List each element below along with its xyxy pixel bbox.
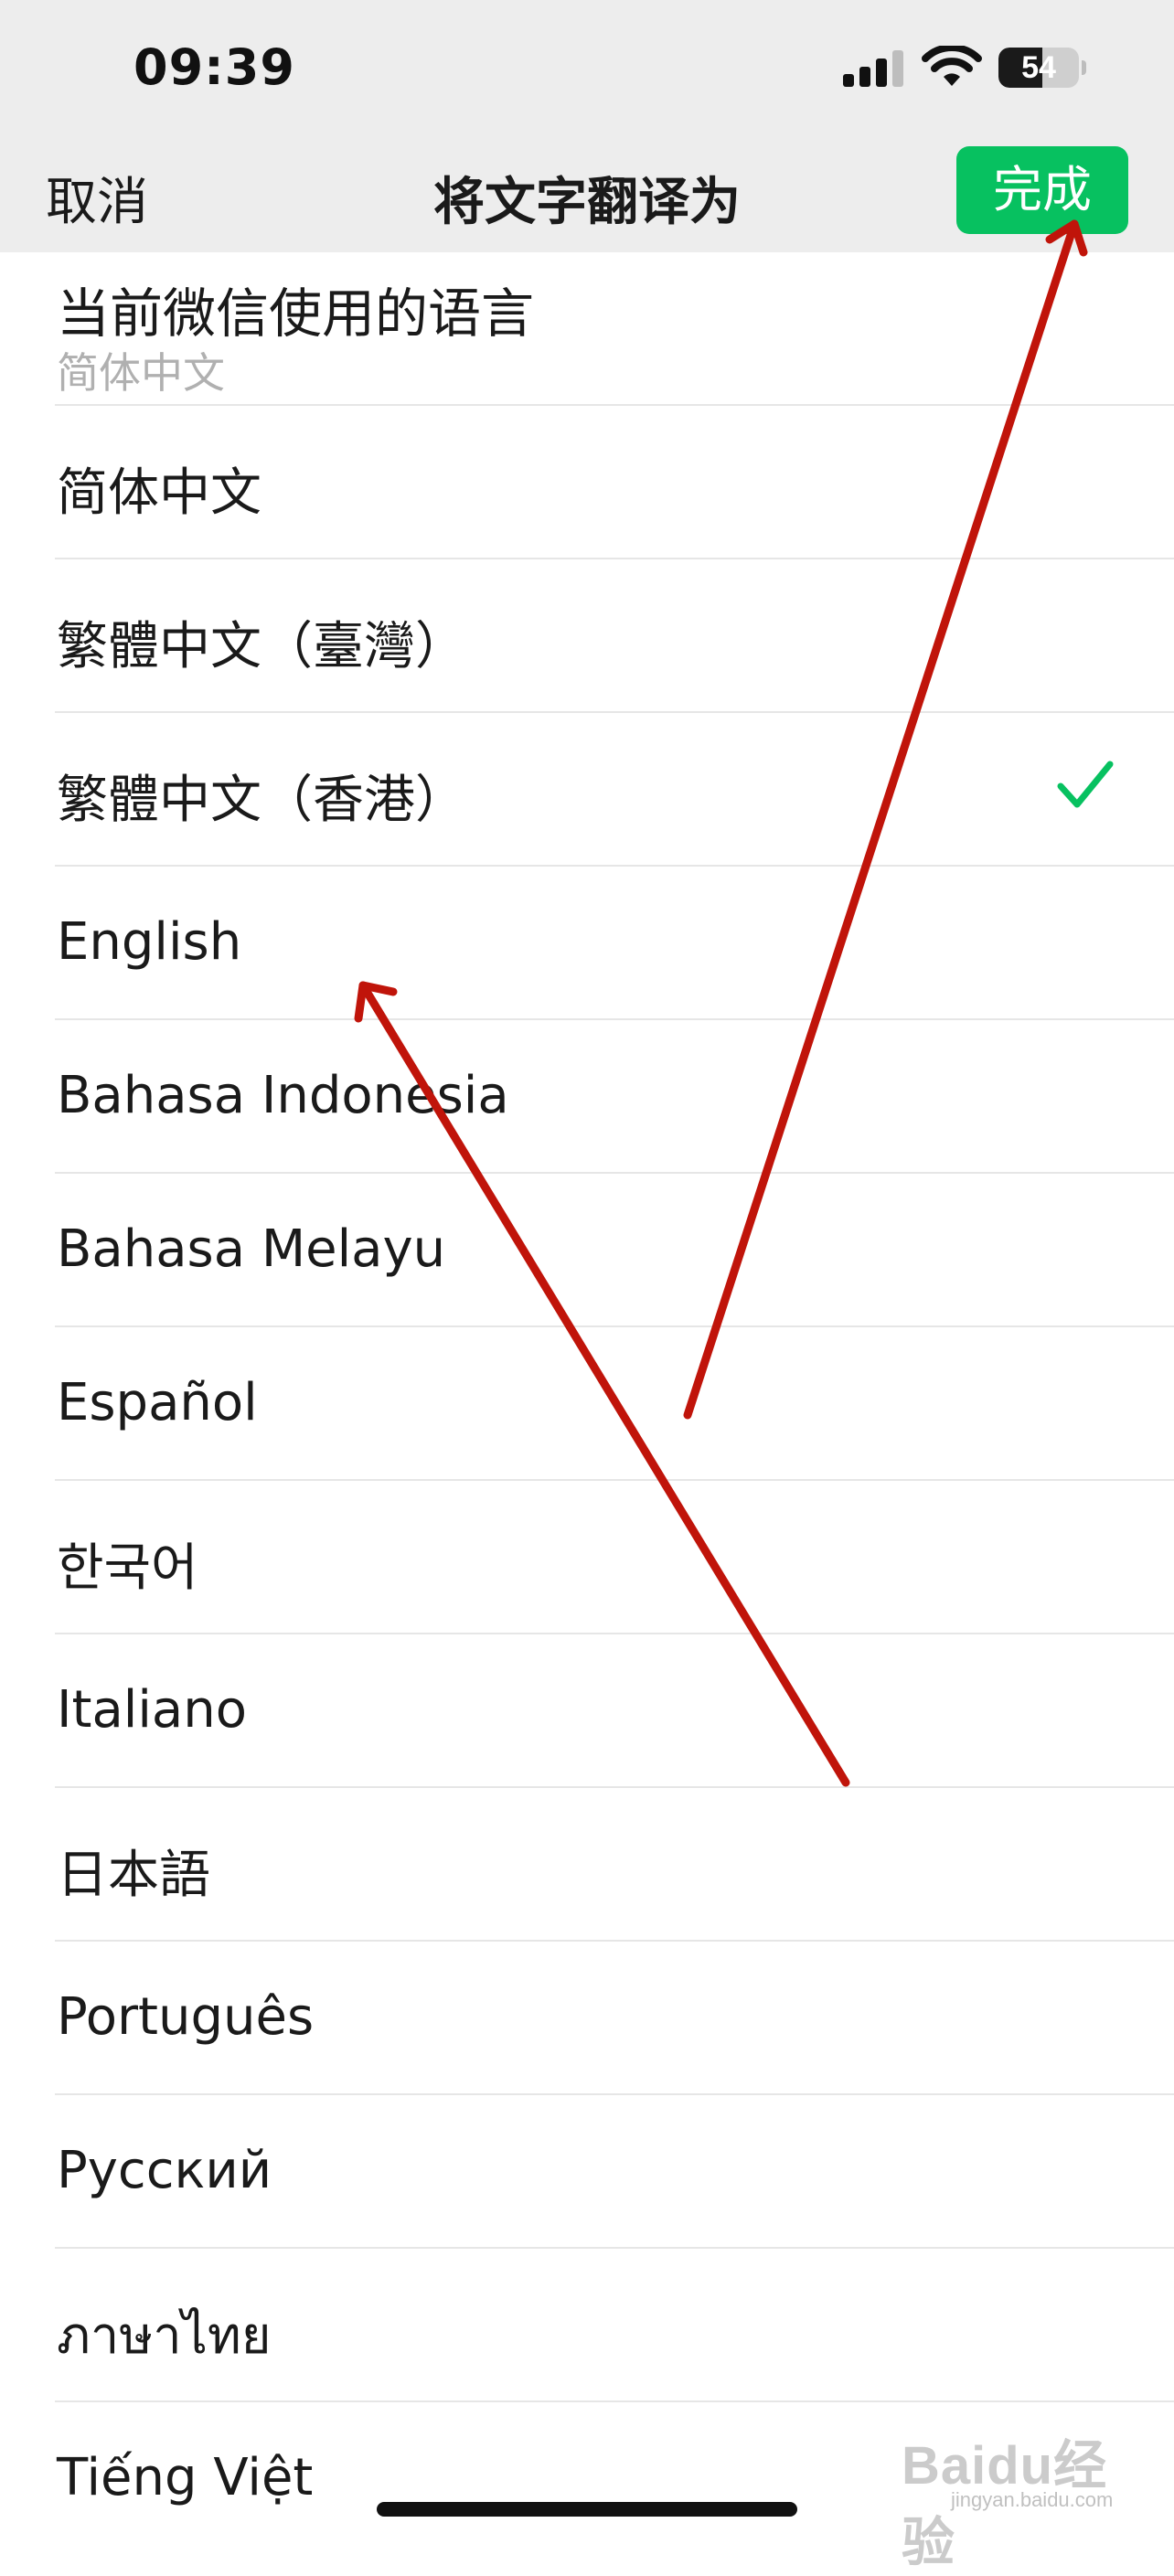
current-language-row: 当前微信使用的语言 简体中文 bbox=[55, 252, 1174, 406]
language-option[interactable]: 한국어 bbox=[55, 1481, 1174, 1634]
home-indicator[interactable] bbox=[377, 2502, 797, 2517]
language-name: English bbox=[57, 912, 242, 972]
done-button[interactable]: 完成 bbox=[956, 146, 1128, 234]
battery-icon: 54 bbox=[998, 48, 1086, 88]
language-name: 日本語 bbox=[57, 1846, 210, 1905]
language-name: Português bbox=[57, 1987, 315, 2047]
language-option[interactable]: Tiếng Việt bbox=[55, 2402, 1174, 2554]
language-option[interactable]: 简体中文 bbox=[55, 406, 1174, 559]
language-name: Español bbox=[57, 1373, 258, 1432]
language-name: 简体中文 bbox=[57, 463, 261, 523]
language-option[interactable]: 繁體中文（臺灣） bbox=[55, 559, 1174, 713]
language-name: Italiano bbox=[57, 1680, 247, 1740]
status-time: 09:39 bbox=[133, 38, 295, 96]
cellular-signal-icon bbox=[843, 50, 903, 87]
language-name: ภาษาไทย bbox=[57, 2306, 272, 2366]
language-name: 繁體中文（臺灣） bbox=[57, 617, 466, 676]
wifi-icon bbox=[922, 46, 982, 86]
language-name: Bahasa Melayu bbox=[57, 1219, 446, 1279]
language-option[interactable]: Русский bbox=[55, 2095, 1174, 2249]
battery-body: 54 bbox=[998, 48, 1079, 88]
language-name: Русский bbox=[57, 2141, 272, 2200]
cancel-button[interactable]: 取消 bbox=[46, 161, 148, 235]
current-language-value: 简体中文 bbox=[57, 348, 225, 398]
language-list: 当前微信使用的语言 简体中文 简体中文繁體中文（臺灣） 繁體中文（香港） Engli… bbox=[0, 252, 1174, 2554]
current-language-label: 当前微信使用的语言 bbox=[57, 282, 535, 345]
language-option[interactable]: Bahasa Melayu bbox=[55, 1174, 1174, 1327]
battery-percent: 54 bbox=[1021, 50, 1056, 85]
language-option[interactable]: Italiano bbox=[55, 1634, 1174, 1788]
nav-header: 取消 将文字翻译为 完成 bbox=[0, 137, 1174, 252]
language-option[interactable]: Español bbox=[55, 1327, 1174, 1481]
language-name: 한국어 bbox=[57, 1538, 198, 1598]
battery-tip bbox=[1082, 60, 1086, 75]
language-option[interactable]: 繁體中文（香港） bbox=[55, 713, 1174, 867]
language-name: 繁體中文（香港） bbox=[57, 771, 466, 830]
language-name: Tiếng Việt bbox=[57, 2448, 314, 2507]
checkmark-icon bbox=[1057, 761, 1114, 808]
language-option[interactable]: ภาษาไทย bbox=[55, 2249, 1174, 2402]
language-option[interactable]: English bbox=[55, 867, 1174, 1020]
language-option[interactable]: Português bbox=[55, 1942, 1174, 2095]
language-option[interactable]: Bahasa Indonesia bbox=[55, 1020, 1174, 1174]
status-bar: 09:39 54 bbox=[0, 0, 1174, 137]
language-name: Bahasa Indonesia bbox=[57, 1066, 509, 1125]
language-option[interactable]: 日本語 bbox=[55, 1788, 1174, 1942]
